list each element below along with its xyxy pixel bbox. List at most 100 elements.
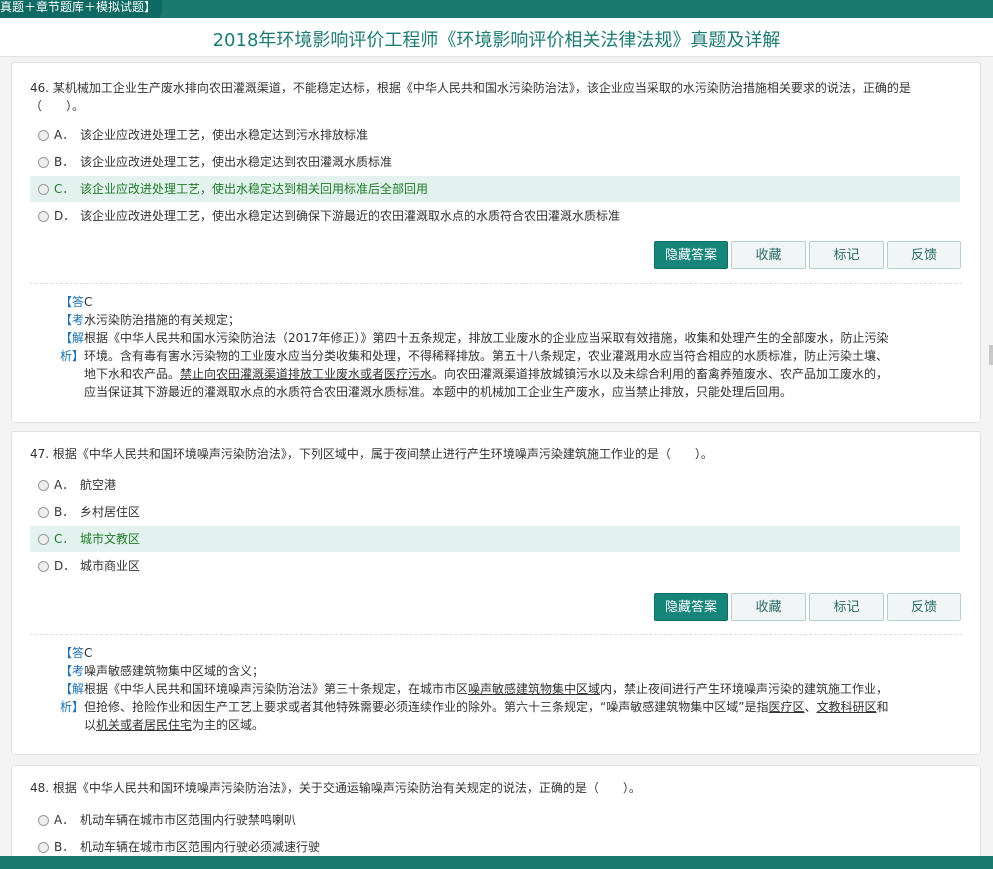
analysis-text: 以 — [84, 718, 97, 732]
analysis-text: 应当保证其下游最近的灌溉取水点的水质符合农田灌溉水质标准。本题中的机械加工企业生… — [84, 385, 793, 399]
option-c[interactable]: C． 该企业应改进处理工艺，使出水稳定达到相关回用标准后全部回用 — [30, 176, 960, 202]
analysis-line: 析】环境。含有毒有害水污染物的工业废水应当分类收集和处理，不得稀释排放。第五十八… — [60, 347, 960, 365]
option-letter: D． — [54, 209, 76, 223]
divider — [30, 283, 962, 284]
title-bar: 2018年环境影响评价工程师《环境影响评价相关法律法规》真题及详解 — [0, 18, 993, 57]
option-letter: A． — [54, 478, 75, 492]
question-stem-line: 47. 根据《中华人民共和国环境噪声污染防治法》，下列区域中，属于夜间禁止进行产… — [30, 447, 713, 461]
radio-icon[interactable] — [38, 561, 49, 572]
analysis-text: 但抢修、抢险作业和因生产工艺上要求或者其他特殊需要必须连续作业的除外。第六十三条… — [84, 700, 769, 714]
question-card-46: 46. 某机械加工企业生产废水排向农田灌溉渠道，不能稳定达标，根据《中华人民共和… — [11, 62, 981, 423]
option-letter: B． — [54, 505, 75, 519]
option-a[interactable]: A． 航空港 — [30, 472, 960, 498]
option-b[interactable]: B． 乡村居住区 — [30, 499, 960, 525]
point-line: 【考噪声敏感建筑物集中区域的含义； — [60, 662, 960, 680]
analysis-text: 。向农田灌溉渠道排放城镇污水以及未综合利用的畜禽养殖废水、农产品加工废水的， — [432, 367, 889, 381]
option-text: 机动车辆在城市市区范围内行驶必须减速行驶 — [80, 840, 321, 854]
hide-answer-button[interactable]: 隐藏答案 — [654, 593, 728, 621]
analysis-text-underlined: 文教科研区 — [816, 700, 877, 714]
feedback-button[interactable]: 反馈 — [887, 241, 961, 269]
option-d[interactable]: D． 该企业应改进处理工艺，使出水稳定达到确保下游最近的农田灌溉取水点的水质符合… — [30, 203, 960, 229]
analysis-text: 地下水和农产品。 — [84, 367, 181, 381]
analysis-text-underlined: 噪声敏感建筑物集中区域 — [468, 682, 601, 696]
option-text: 该企业应改进处理工艺，使出水稳定达到农田灌溉水质标准 — [80, 155, 393, 169]
question-card-48: 48. 根据《中华人民共和国环境噪声污染防治法》，关于交通运输噪声污染防治有关规… — [11, 765, 981, 856]
question-stem: 48. 根据《中华人民共和国环境噪声污染防治法》，关于交通运输噪声污染防治有关规… — [30, 779, 956, 797]
radio-icon[interactable] — [38, 157, 49, 168]
option-a[interactable]: A． 机动车辆在城市市区范围内行驶禁鸣喇叭 — [30, 807, 960, 833]
bottom-bar — [0, 856, 993, 869]
radio-icon[interactable] — [38, 211, 49, 222]
top-bar: 真题＋章节题库＋模拟试题】 — [0, 0, 993, 18]
scrollbar-thumb[interactable] — [989, 345, 993, 365]
question-list: 46. 某机械加工企业生产废水排向农田灌溉渠道，不能稳定达标，根据《中华人民共和… — [0, 56, 993, 856]
option-letter: A． — [54, 128, 75, 142]
option-text: 机动车辆在城市市区范围内行驶禁鸣喇叭 — [80, 813, 297, 827]
breadcrumb[interactable]: 真题＋章节题库＋模拟试题】 — [0, 0, 163, 18]
mark-button[interactable]: 标记 — [809, 593, 884, 621]
radio-icon[interactable] — [38, 815, 49, 826]
option-letter: B． — [54, 155, 75, 169]
point-line: 【考水污染防治措施的有关规定； — [60, 311, 960, 329]
radio-icon[interactable] — [38, 480, 49, 491]
option-text: 乡村居住区 — [80, 505, 141, 519]
answer-value: C — [84, 646, 93, 660]
point-label: 【考 — [60, 664, 85, 678]
question-card-47: 47. 根据《中华人民共和国环境噪声污染防治法》，下列区域中，属于夜间禁止进行产… — [11, 431, 981, 755]
collect-button[interactable]: 收藏 — [731, 593, 806, 621]
answer-line: 【答C — [60, 293, 960, 311]
radio-icon[interactable] — [38, 184, 49, 195]
analysis-text: 为主的区域。 — [192, 718, 265, 732]
option-c[interactable]: C． 城市文教区 — [30, 526, 960, 552]
analysis-text: 根据《中华人民共和国水污染防治法（2017年修正）》第四十五条规定，排放工业废水… — [84, 331, 889, 345]
radio-icon[interactable] — [38, 534, 49, 545]
divider — [30, 634, 962, 635]
analysis-line: 析】但抢修、抢险作业和因生产工艺上要求或者其他特殊需要必须连续作业的除外。第六十… — [60, 698, 960, 716]
analysis-label: 【解 — [60, 682, 85, 696]
question-stem-line: （ ）。 — [30, 99, 85, 113]
option-letter: A． — [54, 813, 75, 827]
feedback-button[interactable]: 反馈 — [887, 593, 961, 621]
radio-icon[interactable] — [38, 507, 49, 518]
option-text: 该企业应改进处理工艺，使出水稳定达到污水排放标准 — [80, 128, 369, 142]
point-label: 【考 — [60, 313, 85, 327]
analysis-text: 、 — [804, 700, 817, 714]
answer-analysis: 【答C 【考噪声敏感建筑物集中区域的含义； 【解根据《中华人民共和国环境噪声污染… — [60, 644, 960, 734]
mark-button[interactable]: 标记 — [809, 241, 884, 269]
radio-icon[interactable] — [38, 130, 49, 141]
page-title: 2018年环境影响评价工程师《环境影响评价相关法律法规》真题及详解 — [212, 30, 781, 51]
option-text: 该企业应改进处理工艺，使出水稳定达到确保下游最近的农田灌溉取水点的水质符合农田灌… — [80, 209, 621, 223]
analysis-text-underlined: 禁止向农田灌溉渠道排放工业废水或者医疗污水 — [180, 367, 433, 381]
option-text: 城市商业区 — [80, 559, 141, 573]
question-stem-line: 46. 某机械加工企业生产废水排向农田灌溉渠道，不能稳定达标，根据《中华人民共和… — [30, 81, 911, 95]
collect-button[interactable]: 收藏 — [731, 241, 806, 269]
analysis-text: 根据《中华人民共和国环境噪声污染防治法》第三十条规定，在城市市区 — [84, 682, 469, 696]
analysis-line: 【解根据《中华人民共和国环境噪声污染防治法》第三十条规定，在城市市区噪声敏感建筑… — [60, 680, 960, 698]
answer-analysis: 【答C 【考水污染防治措施的有关规定； 【解根据《中华人民共和国水污染防治法（2… — [60, 293, 960, 405]
analysis-text: 和 — [876, 700, 889, 714]
hide-answer-button[interactable]: 隐藏答案 — [654, 241, 728, 269]
analysis-label: 析】 — [60, 349, 85, 363]
option-letter: C． — [54, 182, 75, 196]
option-text: 城市文教区 — [80, 532, 141, 546]
analysis-text: 环境。含有毒有害水污染物的工业废水应当分类收集和处理，不得稀释排放。第五十八条规… — [84, 349, 889, 363]
analysis-line: 应当保证其下游最近的灌溉取水点的水质符合农田灌溉水质标准。本题中的机械加工企业生… — [84, 383, 960, 401]
question-stem-line: 48. 根据《中华人民共和国环境噪声污染防治法》，关于交通运输噪声污染防治有关规… — [30, 781, 641, 795]
analysis-label: 【解 — [60, 331, 85, 345]
option-a[interactable]: A． 该企业应改进处理工艺，使出水稳定达到污水排放标准 — [30, 122, 960, 148]
answer-line: 【答C — [60, 644, 960, 662]
option-d[interactable]: D． 城市商业区 — [30, 553, 960, 579]
option-b[interactable]: B． 机动车辆在城市市区范围内行驶必须减速行驶 — [30, 834, 960, 856]
answer-label: 【答 — [60, 295, 85, 309]
analysis-line: 【解根据《中华人民共和国水污染防治法（2017年修正）》第四十五条规定，排放工业… — [60, 329, 960, 347]
point-text: 水污染防治措施的有关规定； — [84, 313, 241, 327]
question-stem: 47. 根据《中华人民共和国环境噪声污染防治法》，下列区域中，属于夜间禁止进行产… — [30, 445, 956, 463]
analysis-label: 析】 — [60, 700, 85, 714]
radio-icon[interactable] — [38, 842, 49, 853]
analysis-text: 内，禁止夜间进行产生环境噪声污染的建筑施工作业， — [600, 682, 889, 696]
analysis-line: 地下水和农产品。禁止向农田灌溉渠道排放工业废水或者医疗污水。向农田灌溉渠道排放城… — [84, 365, 960, 383]
option-text: 航空港 — [80, 478, 117, 492]
option-b[interactable]: B． 该企业应改进处理工艺，使出水稳定达到农田灌溉水质标准 — [30, 149, 960, 175]
option-letter: D． — [54, 559, 76, 573]
answer-value: C — [84, 295, 93, 309]
